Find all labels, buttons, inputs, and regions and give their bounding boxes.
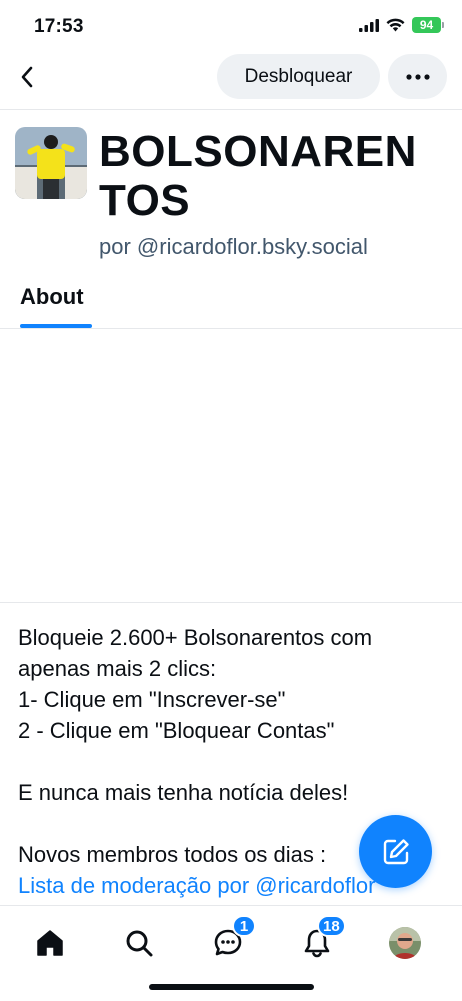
tab-profile[interactable] [383, 921, 427, 965]
back-button[interactable] [10, 60, 44, 94]
description-paragraph: E nunca mais tenha notícia deles! [18, 780, 349, 805]
status-time: 17:53 [34, 16, 84, 37]
more-options-button[interactable] [388, 54, 447, 99]
status-bar: 17:53 94 [0, 0, 462, 56]
tab-chat[interactable]: 1 [206, 915, 256, 965]
unblock-button[interactable]: Desbloquear [217, 54, 380, 99]
battery-level: 94 [412, 17, 441, 33]
tab-about[interactable]: About [20, 284, 84, 310]
home-icon [37, 930, 63, 956]
signal-icon [359, 18, 379, 32]
description-paragraph: Bloqueie 2.600+ Bolsonarentos com apenas… [18, 625, 373, 743]
wifi-icon [386, 18, 405, 32]
home-indicator [149, 984, 314, 990]
divider [0, 328, 462, 329]
tab-search[interactable] [117, 921, 161, 965]
compose-icon [383, 838, 409, 864]
list-owner-link[interactable]: por @ricardoflor.bsky.social [99, 234, 368, 260]
nav-bar: Desbloquear [0, 54, 462, 110]
compose-button[interactable] [359, 815, 432, 888]
divider [0, 602, 462, 603]
avatar [389, 927, 421, 959]
tab-notifications[interactable]: 18 [295, 915, 346, 965]
battery-icon: 94 [412, 17, 444, 33]
status-icons: 94 [359, 17, 444, 33]
tab-home[interactable] [28, 921, 72, 965]
search-icon [126, 930, 153, 957]
notifications-badge: 18 [317, 915, 346, 937]
list-avatar [15, 127, 87, 199]
chat-badge: 1 [232, 915, 256, 937]
chevron-left-icon [21, 66, 33, 88]
ellipsis-icon [405, 73, 430, 80]
list-title: BOLSONARENTOS [99, 127, 417, 225]
